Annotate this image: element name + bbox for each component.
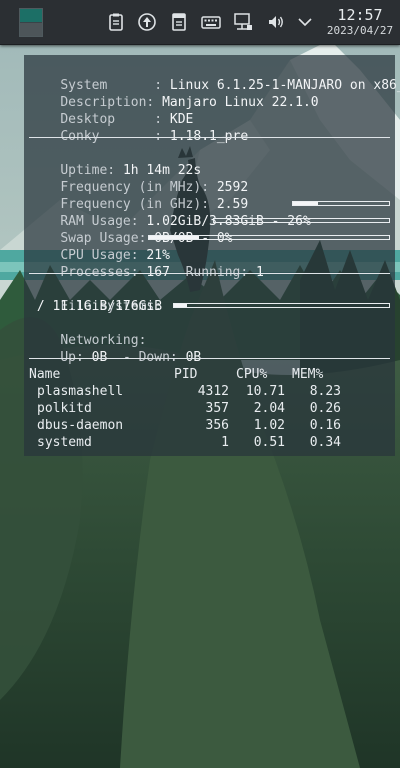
column-header-cpu: CPU% [236, 367, 268, 382]
process-mem: 0.26 [309, 401, 341, 416]
process-mem: 0.34 [309, 435, 341, 450]
divider [29, 273, 390, 274]
filesystem-usage-bar [173, 303, 390, 308]
process-name: polkitd [37, 401, 92, 416]
clock-date[interactable]: 2023/04/27 [322, 24, 398, 37]
process-cpu: 1.02 [253, 418, 285, 433]
process-name: dbus-daemon [37, 418, 124, 433]
network-icon[interactable] [232, 11, 254, 33]
system-row: System : Linux 6.1.25-1-MANJARO on x86_6… [29, 60, 400, 93]
volume-icon[interactable] [265, 11, 287, 33]
virtual-desktop-pager[interactable] [19, 8, 43, 37]
process-mem: 0.16 [309, 418, 341, 433]
process-name: plasmashell [37, 384, 124, 399]
conky-row: Conky : 1.18.1_pre [29, 111, 248, 144]
divider [29, 358, 390, 359]
process-name: systemd [37, 435, 92, 450]
desktop-1-cell[interactable] [20, 9, 42, 22]
clipboard-icon[interactable] [105, 11, 127, 33]
notes-icon[interactable] [168, 11, 190, 33]
filesystem-value: 11.1GiB/176GiB [52, 299, 163, 314]
column-header-pid: PID [174, 367, 198, 382]
processes-row: Processes: 167 Running: 1 [29, 247, 264, 280]
freq-mhz-row: Frequency (in MHz): 2592 [29, 162, 248, 195]
column-header-mem: MEM% [292, 367, 324, 382]
filesystem-usage-bar-fill [174, 304, 187, 307]
update-icon[interactable] [136, 11, 158, 33]
process-cpu: 10.71 [245, 384, 285, 399]
description-row: Description: Manjaro Linux 22.1.0 [29, 77, 318, 110]
uptime-row: Uptime: 1h 14m 22s [29, 145, 201, 178]
freq-ghz-row: Frequency (in GHz): 2.59 [29, 179, 248, 212]
process-cpu: 2.04 [253, 401, 285, 416]
filesystem-mount: / [36, 299, 45, 314]
ram-usage-bar [292, 201, 390, 206]
process-pid: 356 [205, 418, 229, 433]
column-header-name: Name [29, 367, 61, 382]
networking-heading: Networking: [29, 315, 146, 348]
process-cpu: 0.51 [253, 435, 285, 450]
process-mem: 8.23 [309, 384, 341, 399]
conky-widget: System : Linux 6.1.25-1-MANJARO on x86_6… [24, 55, 400, 456]
top-panel: 12:57 2023/04/27 [0, 0, 400, 45]
swap-row: Swap Usage: 0B/0B - 0% [29, 213, 232, 246]
swap-usage-bar [213, 218, 390, 223]
filesystems-heading: File systems: [29, 281, 162, 314]
process-pid: 357 [205, 401, 229, 416]
process-pid: 1 [221, 435, 229, 450]
ram-usage-bar-fill [293, 202, 318, 205]
divider [29, 137, 390, 138]
process-pid: 4312 [197, 384, 229, 399]
clock-time[interactable]: 12:57 [330, 6, 390, 24]
cpu-usage-bar-fill [149, 236, 200, 239]
keyboard-icon[interactable] [200, 11, 222, 33]
ram-row: RAM Usage: 1.02GiB/3.83GiB - 26% [29, 196, 310, 229]
desktop-row: Desktop : KDE [29, 94, 193, 127]
desktop-2-cell[interactable] [20, 23, 42, 36]
cpu-usage-bar [148, 235, 390, 240]
network-speed-row: Up: 0B - Down: 0B [29, 332, 201, 365]
filesystem-root-row: / 11.1GiB/176GiB [29, 298, 162, 315]
chevron-down-icon[interactable] [294, 11, 316, 33]
